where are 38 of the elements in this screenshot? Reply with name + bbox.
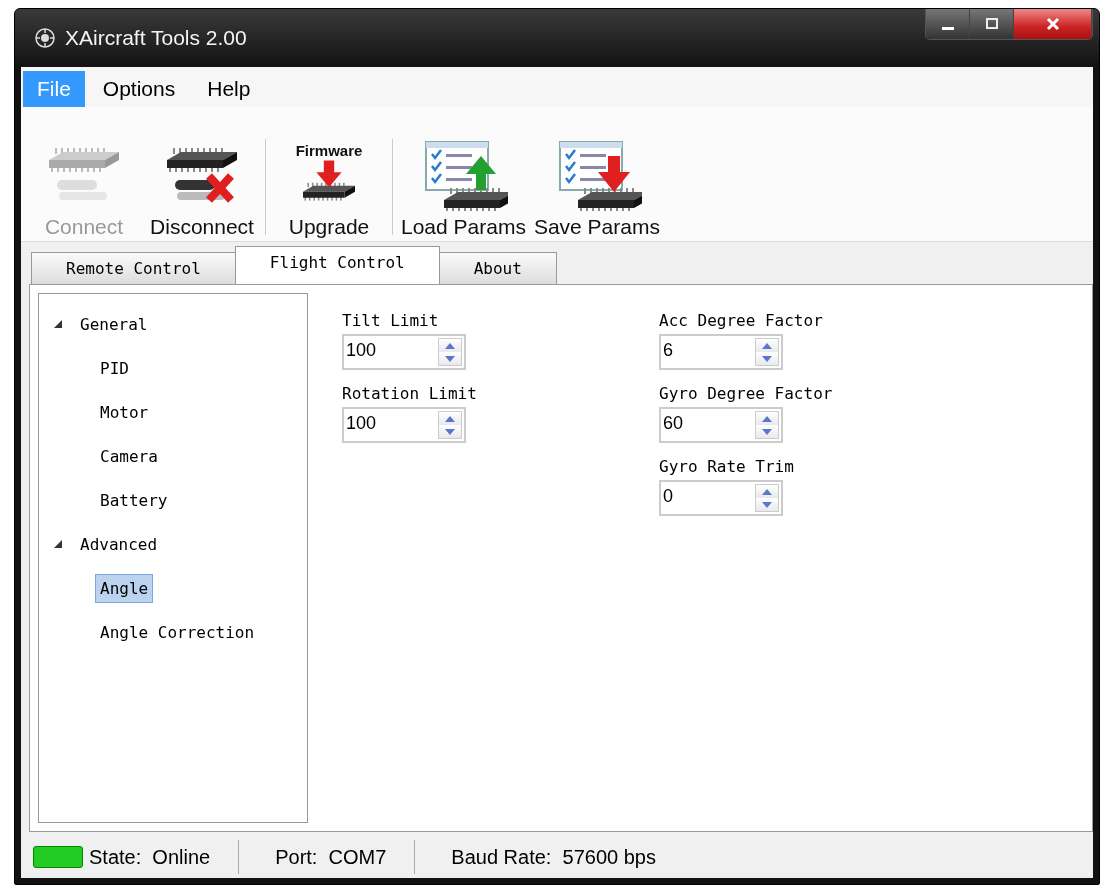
number-spinner[interactable]: 100 — [342, 334, 466, 370]
field-label: Tilt Limit — [342, 311, 440, 330]
tab[interactable]: Flight Control — [234, 246, 440, 284]
close-button[interactable] — [1014, 9, 1092, 39]
disconnect-button[interactable]: Disconnect — [143, 119, 261, 239]
save-button[interactable]: Save Params — [529, 119, 664, 239]
aircraft-icon — [33, 26, 57, 50]
tree-item[interactable]: PID — [95, 353, 134, 383]
status-text: Port: COM7 — [275, 845, 387, 869]
field-label: Gyro Degree Factor — [659, 384, 834, 403]
tree-item[interactable]: Angle Correction — [95, 617, 260, 647]
field-label: Rotation Limit — [342, 384, 478, 403]
menu-item[interactable]: Help — [193, 71, 265, 107]
minimize-button[interactable] — [926, 9, 970, 39]
tree-item[interactable]: General — [75, 309, 153, 339]
status-text: State: Online — [89, 845, 211, 869]
tab[interactable]: About — [438, 252, 557, 284]
tab[interactable]: Remote Control — [31, 252, 236, 284]
minimize-icon — [941, 26, 954, 30]
menu-item[interactable]: Options — [88, 71, 190, 107]
tree-item[interactable]: Advanced — [75, 529, 163, 559]
expanded-triangle-icon[interactable] — [53, 319, 63, 329]
tree-item[interactable]: Angle — [95, 573, 154, 603]
tree-item[interactable]: Camera — [95, 441, 163, 471]
tree-item[interactable]: Battery — [95, 485, 173, 515]
expanded-triangle-icon[interactable] — [53, 539, 63, 549]
number-spinner[interactable]: 0 — [659, 480, 783, 516]
number-spinner[interactable]: 100 — [342, 407, 466, 443]
field-label: Gyro Rate Trim — [659, 457, 795, 476]
window-title: XAircraft Tools 2.00 — [65, 26, 247, 50]
load-button[interactable]: Load Params — [397, 119, 530, 239]
maximize-button[interactable] — [970, 9, 1014, 39]
field-label: Acc Degree Factor — [659, 311, 824, 330]
tree-item[interactable]: Motor — [95, 397, 154, 427]
status-text: Baud Rate: 57600 bps — [451, 845, 656, 869]
number-spinner[interactable]: 60 — [659, 407, 783, 443]
upgrade-button[interactable]: Firmware Upgrade — [270, 119, 388, 239]
number-spinner[interactable]: 6 — [659, 334, 783, 370]
